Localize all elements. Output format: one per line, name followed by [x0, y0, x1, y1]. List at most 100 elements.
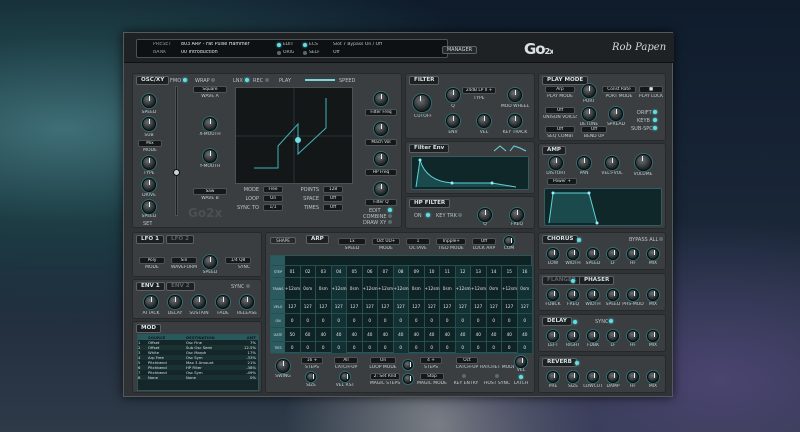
combine-led[interactable] — [388, 214, 392, 218]
arp-ties-cell[interactable]: 0 — [487, 342, 502, 353]
port-mode-select[interactable]: Const Rate — [602, 86, 636, 93]
arp-trans-cell[interactable]: +12sm — [363, 278, 378, 299]
arp-gate-cell[interactable]: 40 — [378, 328, 394, 341]
fmo-led[interactable] — [183, 78, 187, 82]
arp-ties-cell[interactable]: 0 — [409, 342, 425, 353]
wrap-led[interactable] — [211, 78, 215, 82]
arp-velo-cell[interactable]: 127 — [502, 300, 518, 313]
xy-times-select[interactable]: Off — [323, 204, 343, 211]
arp-trans-cell[interactable]: 0sm — [487, 278, 502, 299]
filter-q-target[interactable]: Filter Q — [365, 199, 397, 206]
xy-space-select[interactable]: Off — [323, 195, 343, 202]
arp-step-grid[interactable]: STEP 01 02 03 04 05 06 07 08 09 10 11 12 13 14 15 16 TRAN… — [270, 255, 533, 354]
lfo-wave-select[interactable]: Sin — [171, 257, 197, 264]
magic-mode-select[interactable]: Stop — [420, 373, 444, 380]
drive-knob[interactable] — [142, 178, 156, 192]
arp-ties-cell[interactable]: 0 — [517, 342, 533, 353]
env-sustain-knob[interactable] — [192, 295, 206, 309]
draw-xy-led[interactable] — [388, 220, 392, 224]
keytrack-knob[interactable] — [508, 114, 522, 128]
arp-ties-cell[interactable]: 0 — [393, 342, 409, 353]
hp-on-led[interactable] — [426, 213, 430, 217]
delay-knob-left[interactable] — [547, 330, 559, 342]
filter-freq-target[interactable]: Filter Freq — [365, 109, 397, 116]
mod-knob-1[interactable] — [374, 92, 388, 106]
speed-slider[interactable] — [305, 79, 335, 81]
phaser-on-led[interactable] — [571, 279, 575, 283]
lnx-led[interactable] — [245, 78, 249, 82]
env2-tab[interactable]: ENV 2 — [166, 282, 195, 291]
hp-q-knob[interactable] — [478, 208, 492, 222]
mix-select[interactable]: Mix — [138, 140, 162, 147]
arp-on-cell[interactable]: 0 — [517, 314, 533, 327]
arp-steps-cell[interactable]: 16 — [517, 266, 533, 277]
swing-knob[interactable] — [276, 359, 290, 373]
seq-combi-select[interactable]: Off — [545, 126, 575, 133]
volume-knob[interactable] — [635, 154, 652, 171]
filter-vel-knob[interactable] — [477, 114, 491, 128]
arp-catchup2-select[interactable]: Oct — [456, 357, 478, 364]
arp-steps-cell[interactable]: 09 — [409, 266, 425, 277]
arp-gate-cell[interactable]: 40 — [440, 328, 456, 341]
arp-on-cell[interactable]: 0 — [455, 314, 471, 327]
wave-b-select[interactable]: Saw — [193, 188, 227, 195]
detune-knob[interactable] — [582, 107, 596, 121]
arp-on-cell[interactable]: 0 — [347, 314, 363, 327]
arp-ties-cell[interactable]: 0 — [378, 342, 394, 353]
arp-steps-cell[interactable]: 05 — [347, 266, 363, 277]
flanger-tab[interactable]: FLANGER — [542, 276, 582, 285]
arp-on-cell[interactable]: 0 — [502, 314, 518, 327]
arp-trans-cell[interactable]: 0sm — [316, 278, 332, 299]
arp-steps-cell[interactable]: 03 — [316, 266, 332, 277]
wave-a-select[interactable]: Square — [193, 86, 227, 93]
arp-ties-cell[interactable]: 0 — [440, 342, 456, 353]
arp-velo-cell[interactable]: 127 — [393, 300, 409, 313]
slot-value[interactable]: Off — [333, 50, 340, 55]
amp-env-display[interactable] — [544, 188, 662, 226]
reverb-knob-damp[interactable] — [607, 371, 619, 383]
bypass-all-led[interactable] — [659, 237, 663, 241]
arp-velo-cell[interactable]: 127 — [425, 300, 440, 313]
arp-steps-cell[interactable]: 13 — [471, 266, 487, 277]
chorus-knob-speed[interactable] — [587, 248, 599, 260]
arp-trans-cell[interactable]: +12sm — [471, 278, 487, 299]
chorus-knob-width[interactable] — [567, 248, 579, 260]
pan-knob[interactable] — [577, 156, 591, 170]
self-button[interactable]: SELF — [309, 50, 320, 55]
rec-led[interactable] — [265, 78, 269, 82]
chorus-knob-mix[interactable] — [647, 248, 659, 260]
arp-gate-cell[interactable]: 40 — [517, 328, 533, 341]
spread-knob[interactable] — [609, 107, 623, 121]
mach-vol-target[interactable]: Mach Vol — [365, 139, 397, 146]
arp-gate-cell[interactable]: 60 — [301, 328, 316, 341]
arp-gate-cell[interactable]: 40 — [393, 328, 409, 341]
vel-vol-knob[interactable] — [605, 156, 619, 170]
arp-gate-cell[interactable]: 40 — [347, 328, 363, 341]
arp-trans-cell[interactable]: +12sm — [285, 278, 301, 299]
arp-gate-cell[interactable]: 40 — [455, 328, 471, 341]
unison-select[interactable]: Off — [545, 107, 575, 114]
env-shape-icons[interactable] — [492, 145, 532, 153]
arp-gate-cell[interactable]: 40 — [409, 328, 425, 341]
filter-q-knob[interactable] — [446, 88, 460, 102]
arp-steps-cell[interactable]: 08 — [393, 266, 409, 277]
env-release-knob[interactable] — [240, 295, 254, 309]
flanger-knob-mix[interactable] — [647, 289, 659, 301]
arp-trans-cell[interactable]: +12sm — [378, 278, 394, 299]
arp-knob-mid2[interactable] — [403, 374, 413, 384]
arp-velo-cell[interactable]: 127 — [285, 300, 301, 313]
arp-steps-cell[interactable]: 02 — [301, 266, 316, 277]
arp-ties-cell[interactable]: 0 — [425, 342, 440, 353]
cutoff-knob[interactable] — [413, 94, 431, 112]
arp-trans-cell[interactable]: +12sm — [502, 278, 518, 299]
flanger-knob-speed[interactable] — [607, 289, 619, 301]
arp-steps-select[interactable]: 16 + — [301, 357, 323, 364]
arp-velo-cell[interactable]: 127 — [316, 300, 332, 313]
mod-row[interactable]: 8 None None 0% — [138, 375, 258, 380]
mod-knob-2[interactable] — [374, 122, 388, 136]
delay-on-led[interactable] — [573, 320, 577, 324]
xy-points-select[interactable]: 128 — [323, 186, 343, 193]
arp-steps-cell[interactable]: 04 — [331, 266, 347, 277]
chorus-knob-hf[interactable] — [627, 248, 639, 260]
arp-velo-cell[interactable]: 127 — [487, 300, 502, 313]
